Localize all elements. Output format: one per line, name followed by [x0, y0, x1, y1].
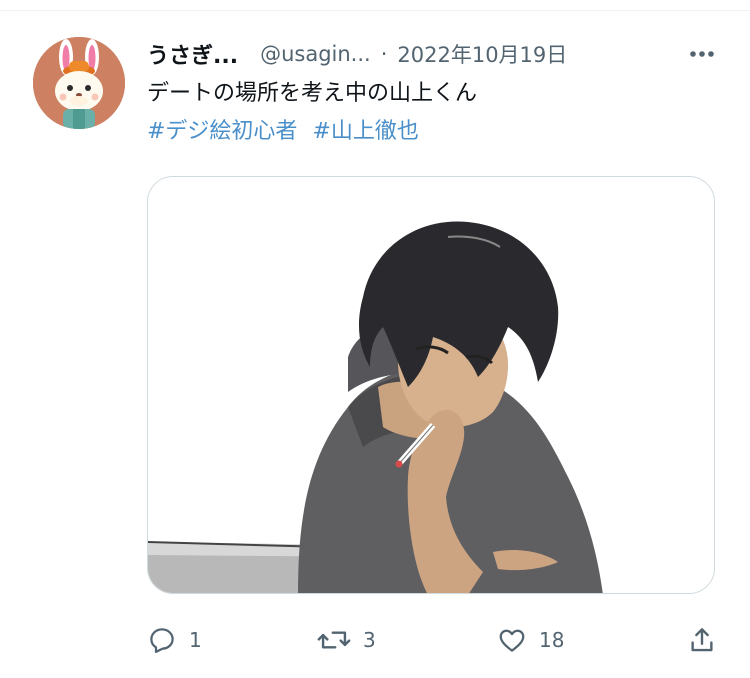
retweet-button[interactable]: 3: [317, 618, 376, 662]
tweet-media[interactable]: [147, 176, 715, 594]
share-icon: [691, 628, 713, 652]
hashtag-link[interactable]: #デジ絵初心者: [147, 119, 297, 144]
like-button[interactable]: 18: [497, 618, 564, 662]
heart-icon: [499, 629, 525, 652]
retweet-icon: [317, 631, 351, 649]
avatar[interactable]: [33, 37, 125, 129]
tweet-actions: 1 3 18: [147, 618, 717, 662]
like-count: 18: [539, 628, 565, 652]
user-handle[interactable]: @usagin...: [260, 42, 371, 66]
hashtag-link[interactable]: #山上徹也: [312, 119, 418, 144]
top-divider: [0, 10, 750, 11]
illustration-image: [148, 177, 714, 593]
retweet-count: 3: [363, 628, 376, 652]
rabbit-avatar-icon: [33, 37, 125, 129]
reply-button[interactable]: 1: [147, 618, 202, 662]
share-button[interactable]: [687, 618, 717, 662]
more-icon: [690, 51, 714, 57]
tweet-header: うさぎ... @usagin... · 2022年10月19日: [147, 34, 720, 74]
tweet-date[interactable]: 2022年10月19日: [397, 39, 567, 69]
more-options-button[interactable]: [684, 36, 720, 72]
display-name[interactable]: うさぎ...: [147, 38, 238, 70]
tweet-text: デートの場所を考え中の山上くん: [147, 81, 478, 106]
hashtags: #デジ絵初心者 #山上徹也: [147, 116, 427, 148]
reply-count: 1: [189, 628, 202, 652]
separator-dot: ·: [380, 42, 388, 66]
reply-icon: [150, 628, 174, 653]
